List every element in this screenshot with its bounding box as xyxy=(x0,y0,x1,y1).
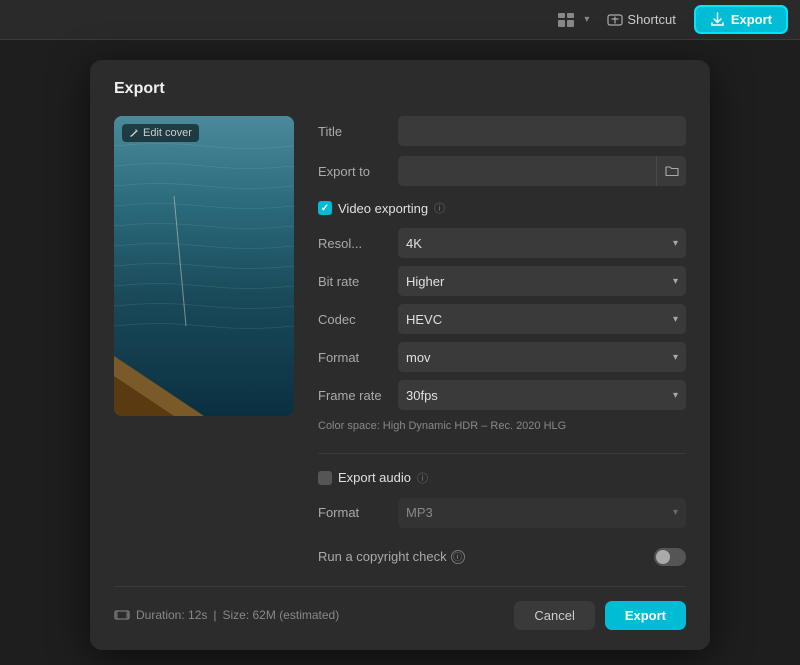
framerate-label: Frame rate xyxy=(318,388,398,403)
audio-exporting-header: Export audio ⓘ xyxy=(318,470,686,486)
bitrate-row: Bit rate Higher ▾ xyxy=(318,266,686,296)
export-to-row: Export to xyxy=(318,156,686,186)
bitrate-chevron: ▾ xyxy=(673,276,678,287)
bitrate-select[interactable]: Higher ▾ xyxy=(398,266,686,296)
format-chevron: ▾ xyxy=(673,352,678,363)
copyright-row: Run a copyright check ⓘ xyxy=(318,548,686,566)
folder-browse-button[interactable] xyxy=(656,156,686,186)
title-input[interactable] xyxy=(398,116,686,146)
codec-row: Codec HEVC ▾ xyxy=(318,304,686,334)
top-bar: ▾ Shortcut Export xyxy=(0,0,800,40)
dialog-content: Edit cover Title Export to xyxy=(114,116,686,566)
thumbnail-image xyxy=(114,116,294,416)
resolution-row: Resol... 4K ▾ xyxy=(318,228,686,258)
audio-format-select[interactable]: MP3 ▾ xyxy=(398,498,686,528)
bitrate-label: Bit rate xyxy=(318,274,398,289)
main-area: Export xyxy=(0,40,800,665)
audio-exporting-label: Export audio xyxy=(338,470,411,485)
edit-cover-button[interactable]: Edit cover xyxy=(122,124,199,142)
audio-exporting-info: ⓘ xyxy=(417,470,428,486)
audio-exporting-checkbox[interactable] xyxy=(318,471,332,485)
edit-cover-label: Edit cover xyxy=(143,127,192,139)
thumbnail-wrapper: Edit cover xyxy=(114,116,294,416)
audio-format-row: Format MP3 ▾ xyxy=(318,498,686,528)
footer-size: Size: 62M (estimated) xyxy=(223,608,340,622)
export-bottom-button[interactable]: Export xyxy=(605,601,686,630)
resolution-value: 4K xyxy=(406,236,422,251)
codec-select[interactable]: HEVC ▾ xyxy=(398,304,686,334)
export-to-label: Export to xyxy=(318,164,398,179)
shortcut-label: Shortcut xyxy=(627,12,675,27)
title-label: Title xyxy=(318,124,398,139)
format-select[interactable]: mov ▾ xyxy=(398,342,686,372)
title-row: Title xyxy=(318,116,686,146)
export-top-button[interactable]: Export xyxy=(694,5,788,34)
framerate-select[interactable]: 30fps ▾ xyxy=(398,380,686,410)
format-label: Format xyxy=(318,350,398,365)
copyright-label: Run a copyright check ⓘ xyxy=(318,549,650,564)
video-exporting-label: Video exporting xyxy=(338,201,428,216)
format-row: Format mov ▾ xyxy=(318,342,686,372)
cancel-button[interactable]: Cancel xyxy=(514,601,594,630)
layout-icon[interactable] xyxy=(552,6,580,34)
resolution-label: Resol... xyxy=(318,236,398,251)
format-value: mov xyxy=(406,350,431,365)
framerate-row: Frame rate 30fps ▾ xyxy=(318,380,686,410)
export-dialog: Export xyxy=(90,60,710,650)
layout-dropdown-arrow[interactable]: ▾ xyxy=(584,14,589,25)
resolution-select[interactable]: 4K ▾ xyxy=(398,228,686,258)
footer-info: Duration: 12s | Size: 62M (estimated) xyxy=(114,608,339,622)
audio-format-chevron: ▾ xyxy=(673,507,678,518)
framerate-value: 30fps xyxy=(406,388,438,403)
framerate-chevron: ▾ xyxy=(673,390,678,401)
video-exporting-info: ⓘ xyxy=(434,200,445,216)
footer-duration: Duration: 12s xyxy=(136,608,207,622)
dialog-title: Export xyxy=(114,80,686,98)
thumbnail-area: Edit cover xyxy=(114,116,294,566)
export-top-label: Export xyxy=(731,12,772,27)
video-exporting-header: Video exporting ⓘ xyxy=(318,200,686,216)
color-space-note: Color space: High Dynamic HDR – Rec. 202… xyxy=(318,418,686,435)
film-icon xyxy=(114,609,130,621)
toggle-knob xyxy=(656,550,670,564)
copyright-toggle[interactable] xyxy=(654,548,686,566)
footer-actions: Cancel Export xyxy=(514,601,686,630)
form-area: Title Export to xyxy=(318,116,686,566)
codec-label: Codec xyxy=(318,312,398,327)
codec-value: HEVC xyxy=(406,312,442,327)
audio-format-label: Format xyxy=(318,505,398,520)
shortcut-button[interactable]: Shortcut xyxy=(597,8,685,32)
footer-separator: | xyxy=(213,608,216,622)
right-form-area: Title Export to xyxy=(318,116,686,566)
video-exporting-checkbox[interactable] xyxy=(318,201,332,215)
codec-chevron: ▾ xyxy=(673,314,678,325)
audio-section: Export audio ⓘ Format MP3 ▾ xyxy=(318,453,686,536)
dialog-footer: Duration: 12s | Size: 62M (estimated) Ca… xyxy=(114,586,686,630)
export-to-input[interactable] xyxy=(398,156,656,186)
audio-format-value: MP3 xyxy=(406,505,433,520)
resolution-chevron: ▾ xyxy=(673,238,678,249)
copyright-info-icon[interactable]: ⓘ xyxy=(451,550,465,564)
export-to-field xyxy=(398,156,686,186)
bitrate-value: Higher xyxy=(406,274,444,289)
